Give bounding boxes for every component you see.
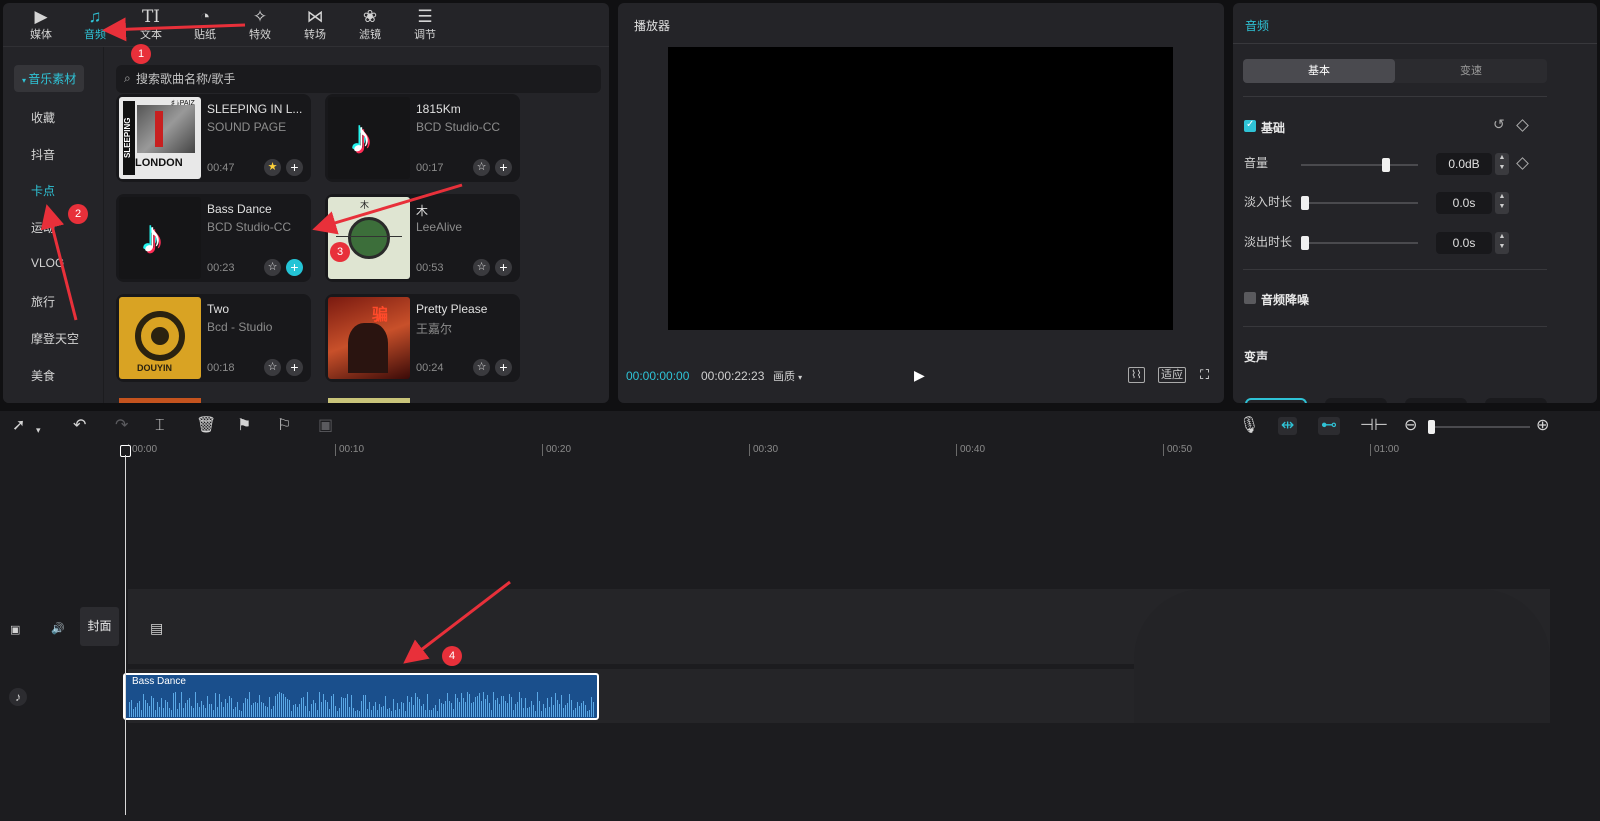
- annotation-arrow: [40, 204, 78, 321]
- annotation-arrow: [312, 183, 463, 235]
- annotation-badge: 3: [330, 242, 350, 262]
- annotation-overlay: [40, 17, 511, 664]
- annotation-arrow: [102, 17, 246, 42]
- annotation-badge: 2: [68, 204, 88, 224]
- annotation-badge: 1: [131, 44, 151, 64]
- annotation-badge: 4: [442, 646, 462, 666]
